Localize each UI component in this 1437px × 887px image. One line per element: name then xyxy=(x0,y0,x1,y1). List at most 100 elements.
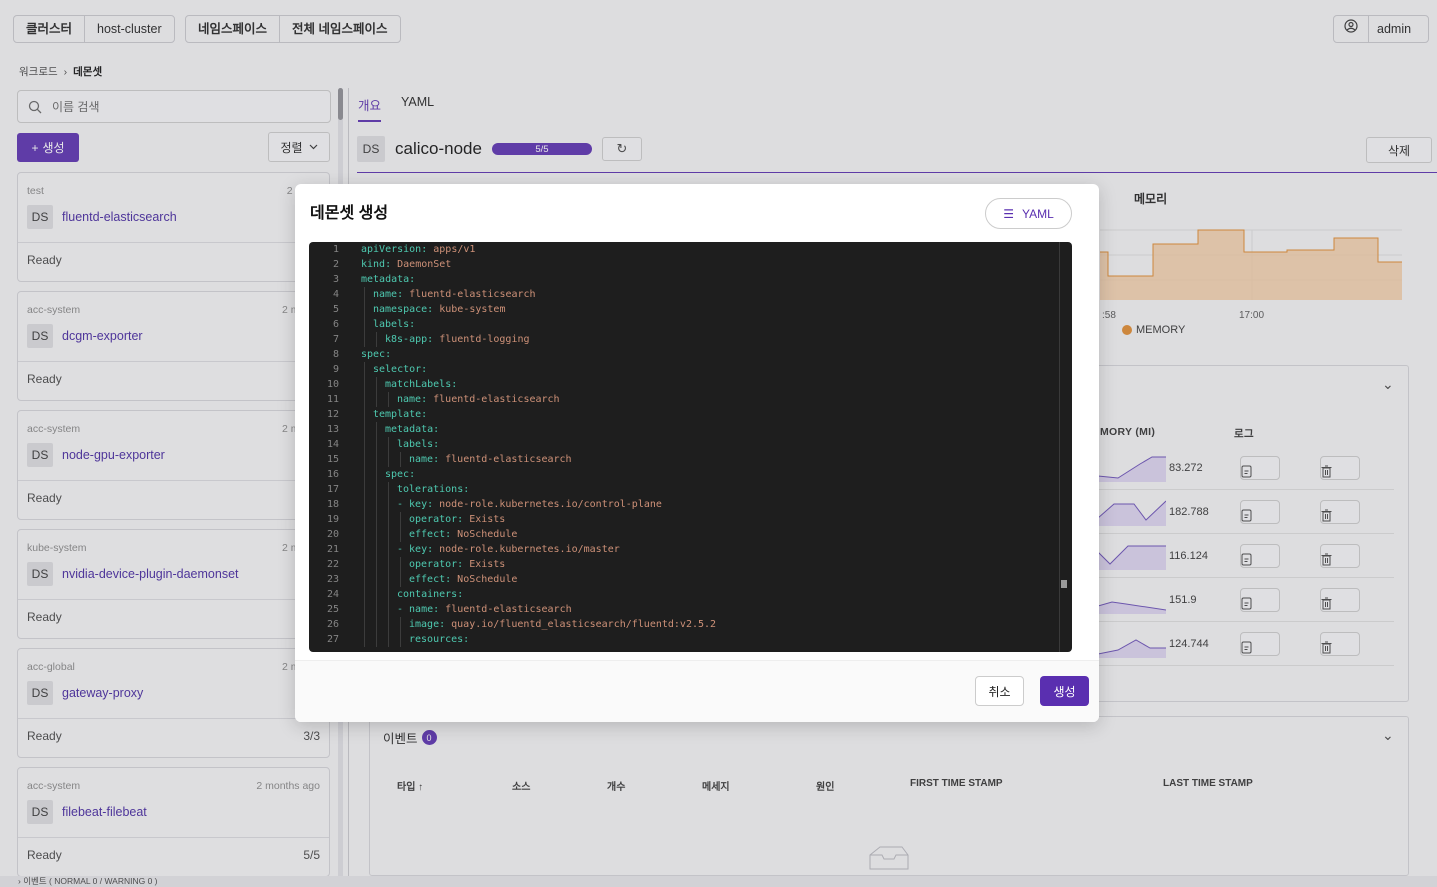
yaml-key: matchLabels: xyxy=(385,379,458,390)
code-line[interactable]: 1 apiVersion: apps/v1 xyxy=(309,242,1072,257)
code-line[interactable]: 6 labels: xyxy=(309,317,1072,332)
yaml-value: apps/v1 xyxy=(427,244,476,255)
line-number: 3 xyxy=(332,274,339,285)
line-number: 23 xyxy=(326,574,339,585)
yaml-key: name: xyxy=(397,394,428,405)
line-number: 8 xyxy=(332,349,339,360)
line-number: 10 xyxy=(326,379,339,390)
yaml-key: kind: xyxy=(361,259,392,270)
line-number: 4 xyxy=(332,289,339,300)
yaml-editor[interactable]: 1 apiVersion: apps/v1 2 kind: DaemonSet 3 met… xyxy=(309,242,1072,652)
indent-guide xyxy=(364,407,365,422)
code-line[interactable]: 20 effect: NoSchedule xyxy=(309,527,1072,542)
code-line[interactable]: 22 operator: Exists xyxy=(309,557,1072,572)
line-number: 15 xyxy=(326,454,339,465)
indent-guide xyxy=(376,632,377,647)
indent-guide xyxy=(376,332,377,347)
code-text: namespace: kube-system xyxy=(361,302,505,317)
code-text: labels: xyxy=(361,437,439,452)
indent-guide xyxy=(376,557,377,572)
code-line[interactable]: 8 spec: xyxy=(309,347,1072,362)
indent-guide xyxy=(364,452,365,467)
indent-guide xyxy=(388,602,389,617)
submit-button[interactable]: 생성 xyxy=(1040,676,1089,706)
code-line[interactable]: 26 image: quay.io/fluentd_elasticsearch/f… xyxy=(309,617,1072,632)
yaml-key: image: xyxy=(409,619,446,630)
indent-guide xyxy=(376,467,377,482)
line-number: 6 xyxy=(332,319,339,330)
code-line[interactable]: 13 metadata: xyxy=(309,422,1072,437)
yaml-key: effect: xyxy=(409,574,452,585)
indent-guide xyxy=(400,557,401,572)
code-line[interactable]: 17 tolerations: xyxy=(309,482,1072,497)
indent-guide xyxy=(400,527,401,542)
yaml-value: Exists xyxy=(463,514,506,525)
code-line[interactable]: 25 - name: fluentd-elasticsearch xyxy=(309,602,1072,617)
yaml-key: apiVersion: xyxy=(361,244,428,255)
yaml-value: quay.io/fluentd_elasticsearch/fluentd:v2… xyxy=(445,619,717,630)
line-number: 16 xyxy=(326,469,339,480)
yaml-value: kube-system xyxy=(433,304,506,315)
code-line[interactable]: 24 containers: xyxy=(309,587,1072,602)
indent-guide xyxy=(400,452,401,467)
indent-guide xyxy=(364,497,365,512)
line-number: 5 xyxy=(332,304,339,315)
yaml-key: resources: xyxy=(409,634,470,645)
line-number: 9 xyxy=(332,364,339,375)
indent-guide xyxy=(376,527,377,542)
yaml-key: effect: xyxy=(409,529,452,540)
code-line[interactable]: 12 template: xyxy=(309,407,1072,422)
indent-guide xyxy=(364,467,365,482)
indent-guide xyxy=(388,392,389,407)
code-text: kind: DaemonSet xyxy=(361,257,451,272)
code-line[interactable]: 27 resources: xyxy=(309,632,1072,647)
code-line[interactable]: 23 effect: NoSchedule xyxy=(309,572,1072,587)
indent-guide xyxy=(388,527,389,542)
code-line[interactable]: 11 name: fluentd-elasticsearch xyxy=(309,392,1072,407)
yaml-key: labels: xyxy=(373,319,416,330)
code-line[interactable]: 9 selector: xyxy=(309,362,1072,377)
cancel-button[interactable]: 취소 xyxy=(975,676,1024,706)
indent-guide xyxy=(376,587,377,602)
code-line[interactable]: 3 metadata: xyxy=(309,272,1072,287)
code-text: metadata: xyxy=(361,272,415,287)
code-line[interactable]: 10 matchLabels: xyxy=(309,377,1072,392)
yaml-key: operator: xyxy=(409,514,464,525)
code-line[interactable]: 18 - key: node-role.kubernetes.io/control… xyxy=(309,497,1072,512)
code-line[interactable]: 7 k8s-app: fluentd-logging xyxy=(309,332,1072,347)
yaml-value: fluentd-elasticsearch xyxy=(439,454,572,465)
code-text: name: fluentd-elasticsearch xyxy=(361,392,560,407)
code-line[interactable]: 5 namespace: kube-system xyxy=(309,302,1072,317)
yaml-button[interactable]: ☰ YAML xyxy=(985,198,1072,229)
indent-guide xyxy=(364,587,365,602)
code-text: labels: xyxy=(361,317,415,332)
yaml-key: - name: xyxy=(397,604,440,615)
indent-guide xyxy=(364,437,365,452)
indent-guide xyxy=(388,632,389,647)
line-number: 22 xyxy=(326,559,339,570)
code-text: k8s-app: fluentd-logging xyxy=(361,332,530,347)
code-text: metadata: xyxy=(361,422,439,437)
code-line[interactable]: 16 spec: xyxy=(309,467,1072,482)
indent-guide xyxy=(376,377,377,392)
indent-guide xyxy=(376,512,377,527)
yaml-key: namespace: xyxy=(373,304,434,315)
code-line[interactable]: 14 labels: xyxy=(309,437,1072,452)
yaml-key: containers: xyxy=(397,589,464,600)
yaml-key: selector: xyxy=(373,364,428,375)
code-text: resources: xyxy=(361,632,469,647)
indent-guide xyxy=(364,542,365,557)
code-line[interactable]: 15 name: fluentd-elasticsearch xyxy=(309,452,1072,467)
yaml-key: metadata: xyxy=(385,424,440,435)
code-text: effect: NoSchedule xyxy=(361,572,517,587)
line-number: 11 xyxy=(326,394,339,405)
code-line[interactable]: 4 name: fluentd-elasticsearch xyxy=(309,287,1072,302)
code-line[interactable]: 2 kind: DaemonSet xyxy=(309,257,1072,272)
indent-guide xyxy=(364,617,365,632)
indent-guide xyxy=(400,572,401,587)
indent-guide xyxy=(364,557,365,572)
line-number: 27 xyxy=(326,634,339,645)
code-line[interactable]: 19 operator: Exists xyxy=(309,512,1072,527)
indent-guide xyxy=(364,302,365,317)
code-line[interactable]: 21 - key: node-role.kubernetes.io/master xyxy=(309,542,1072,557)
